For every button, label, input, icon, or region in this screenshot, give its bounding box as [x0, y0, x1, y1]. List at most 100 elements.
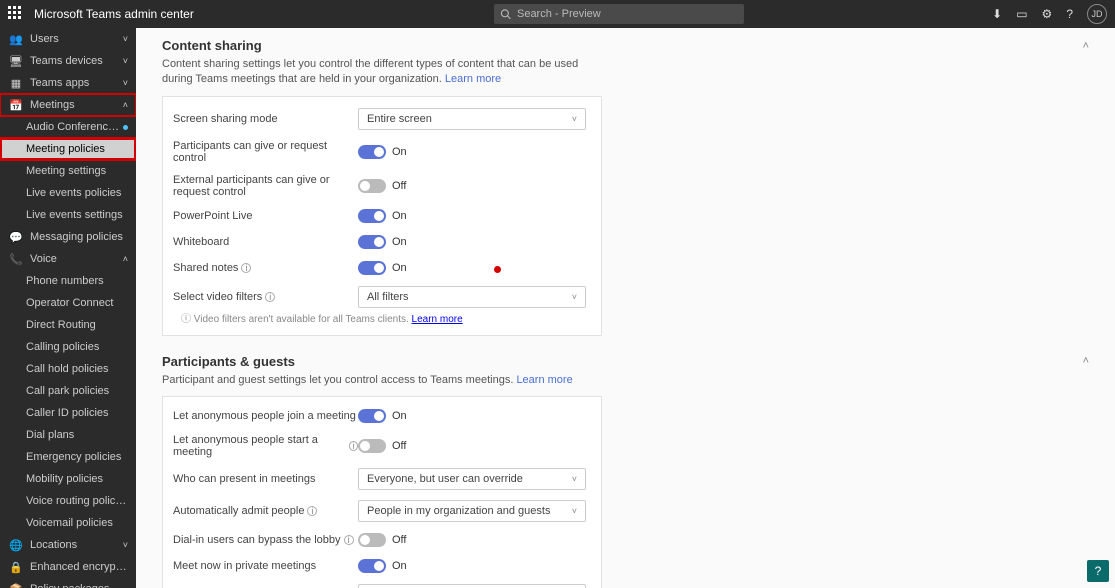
setting-label: Participants can give or request control — [173, 140, 358, 164]
annotation-dot — [494, 266, 501, 273]
setting-row: Let anonymous people join a meetingOn — [163, 403, 601, 429]
calendar-icon[interactable]: ▭ — [1016, 7, 1027, 21]
sidebar-item-call-hold-policies[interactable]: Call hold policies — [0, 358, 136, 380]
package-icon: 📦 — [8, 583, 24, 588]
sidebar-item-phone-numbers[interactable]: Phone numbers — [0, 270, 136, 292]
toggle-switch[interactable] — [358, 145, 386, 159]
sidebar-item-label: Teams apps — [30, 77, 123, 89]
sidebar-item-mobility-policies[interactable]: Mobility policies — [0, 468, 136, 490]
learn-more-link[interactable]: Learn more — [516, 374, 572, 386]
top-bar: Microsoft Teams admin center ⬇ ▭ ⚙ ? JD — [0, 0, 1115, 28]
sidebar-item-direct-routing[interactable]: Direct Routing — [0, 314, 136, 336]
location-icon: 🌐 — [8, 539, 24, 552]
gear-icon[interactable]: ⚙ — [1042, 7, 1053, 21]
help-bubble[interactable]: ? — [1087, 560, 1109, 582]
section-description: Content sharing settings let you control… — [162, 57, 602, 88]
sidebar-item-label: Calling policies — [26, 341, 128, 353]
toggle-state: On — [392, 410, 407, 422]
sidebar-item-label: Phone numbers — [26, 275, 128, 287]
sidebar-item-calling-policies[interactable]: Calling policies — [0, 336, 136, 358]
info-icon[interactable]: i — [265, 292, 275, 302]
app-launcher-icon[interactable] — [8, 6, 24, 22]
setting-label: Whiteboard — [173, 236, 358, 248]
sidebar-item-label: Enhanced encryption p... — [30, 561, 128, 573]
sidebar-item-label: Meeting policies — [26, 143, 128, 155]
sidebar-item-audio-conferencing[interactable]: Audio Conferencing — [0, 116, 136, 138]
select-dropdown[interactable]: All filters˅ — [358, 286, 586, 308]
sidebar-item-teams-devices[interactable]: 🖥Teams devices˅ — [0, 50, 136, 72]
sidebar-item-voicemail-policies[interactable]: Voicemail policies — [0, 512, 136, 534]
info-icon[interactable]: i — [344, 535, 354, 545]
sidebar-item-messaging-policies[interactable]: 💬Messaging policies — [0, 226, 136, 248]
toggle-switch[interactable] — [358, 439, 386, 453]
sidebar-item-call-park-policies[interactable]: Call park policies — [0, 380, 136, 402]
badge-dot — [123, 125, 128, 130]
sidebar-item-dial-plans[interactable]: Dial plans — [0, 424, 136, 446]
sidebar-item-label: Meeting settings — [26, 165, 128, 177]
sidebar-item-locations[interactable]: 🌐Locations˅ — [0, 534, 136, 556]
sidebar-item-meeting-policies[interactable]: Meeting policies — [0, 138, 136, 160]
toggle-switch[interactable] — [358, 209, 386, 223]
sidebar-item-meeting-settings[interactable]: Meeting settings — [0, 160, 136, 182]
sidebar-item-label: Messaging policies — [30, 231, 128, 243]
search-box[interactable] — [494, 4, 744, 24]
setting-row: Shared notesiOn — [163, 255, 601, 281]
section-title: Participants & guests — [162, 354, 295, 369]
info-icon[interactable]: i — [349, 441, 358, 451]
chevron-down-icon: ˅ — [572, 292, 577, 302]
sidebar-item-users[interactable]: 👥Users˅ — [0, 28, 136, 50]
toggle-switch[interactable] — [358, 409, 386, 423]
meetings-icon: 📅 — [8, 99, 24, 112]
toggle-state: Off — [392, 534, 406, 546]
avatar[interactable]: JD — [1087, 4, 1107, 24]
select-dropdown[interactable]: Entire screen˅ — [358, 108, 586, 130]
chevron-down-icon: ˅ — [123, 78, 128, 88]
sidebar-item-teams-apps[interactable]: ▦Teams apps˅ — [0, 72, 136, 94]
sidebar-item-live-events-settings[interactable]: Live events settings — [0, 204, 136, 226]
select-dropdown[interactable]: People in my organization and guests ˅ — [358, 500, 586, 522]
select-dropdown[interactable]: Not enabled but the user can override˅ — [358, 584, 586, 588]
sidebar-item-policy-packages[interactable]: 📦Policy packages — [0, 578, 136, 588]
sidebar-item-meetings[interactable]: 📅Meetings˄ — [0, 94, 136, 116]
sidebar-item-label: Live events policies — [26, 187, 128, 199]
toggle-switch[interactable] — [358, 533, 386, 547]
sidebar-item-emergency-policies[interactable]: Emergency policies — [0, 446, 136, 468]
sidebar-item-label: Live events settings — [26, 209, 128, 221]
lock-icon: 🔒 — [8, 561, 24, 574]
sidebar-item-label: Locations — [30, 539, 123, 551]
search-input[interactable] — [517, 8, 738, 20]
chevron-up-icon[interactable]: ˄ — [1083, 40, 1089, 52]
sidebar-item-caller-id-policies[interactable]: Caller ID policies — [0, 402, 136, 424]
toggle-switch[interactable] — [358, 261, 386, 275]
sidebar-item-operator-connect[interactable]: Operator Connect — [0, 292, 136, 314]
select-value: People in my organization and guests — [367, 505, 550, 517]
setting-label: Who can present in meetings — [173, 473, 358, 485]
select-dropdown[interactable]: Everyone, but user can override˅ — [358, 468, 586, 490]
sidebar-item-label: Call park policies — [26, 385, 128, 397]
info-icon[interactable]: i — [307, 506, 317, 516]
download-icon[interactable]: ⬇ — [992, 7, 1002, 21]
setting-label: Shared notesi — [173, 262, 358, 274]
toggle-state: On — [392, 146, 407, 158]
help-icon[interactable]: ? — [1066, 7, 1073, 21]
chevron-down-icon: ˅ — [572, 506, 577, 516]
sidebar-item-voice[interactable]: 📞Voice˄ — [0, 248, 136, 270]
setting-row: Who can present in meetingsEveryone, but… — [163, 463, 601, 495]
learn-more-link[interactable]: Learn more — [412, 314, 463, 325]
setting-label: Select video filtersi — [173, 291, 358, 303]
setting-row: Let anonymous people start a meetingiOff — [163, 429, 601, 463]
sidebar-item-enhanced-encryption-p-[interactable]: 🔒 Enhanced encryption p... — [0, 556, 136, 578]
app-title: Microsoft Teams admin center — [34, 7, 194, 21]
toggle-switch[interactable] — [358, 559, 386, 573]
toggle-switch[interactable] — [358, 179, 386, 193]
sidebar-item-label: Caller ID policies — [26, 407, 128, 419]
toggle-state: On — [392, 236, 407, 248]
info-icon[interactable]: i — [241, 263, 251, 273]
sidebar-item-label: Call hold policies — [26, 363, 128, 375]
chevron-up-icon[interactable]: ˄ — [1083, 355, 1089, 367]
sidebar-item-label: Mobility policies — [26, 473, 128, 485]
toggle-switch[interactable] — [358, 235, 386, 249]
learn-more-link[interactable]: Learn more — [445, 73, 501, 85]
sidebar-item-live-events-policies[interactable]: Live events policies — [0, 182, 136, 204]
sidebar-item-voice-routing-policies[interactable]: Voice routing policies — [0, 490, 136, 512]
